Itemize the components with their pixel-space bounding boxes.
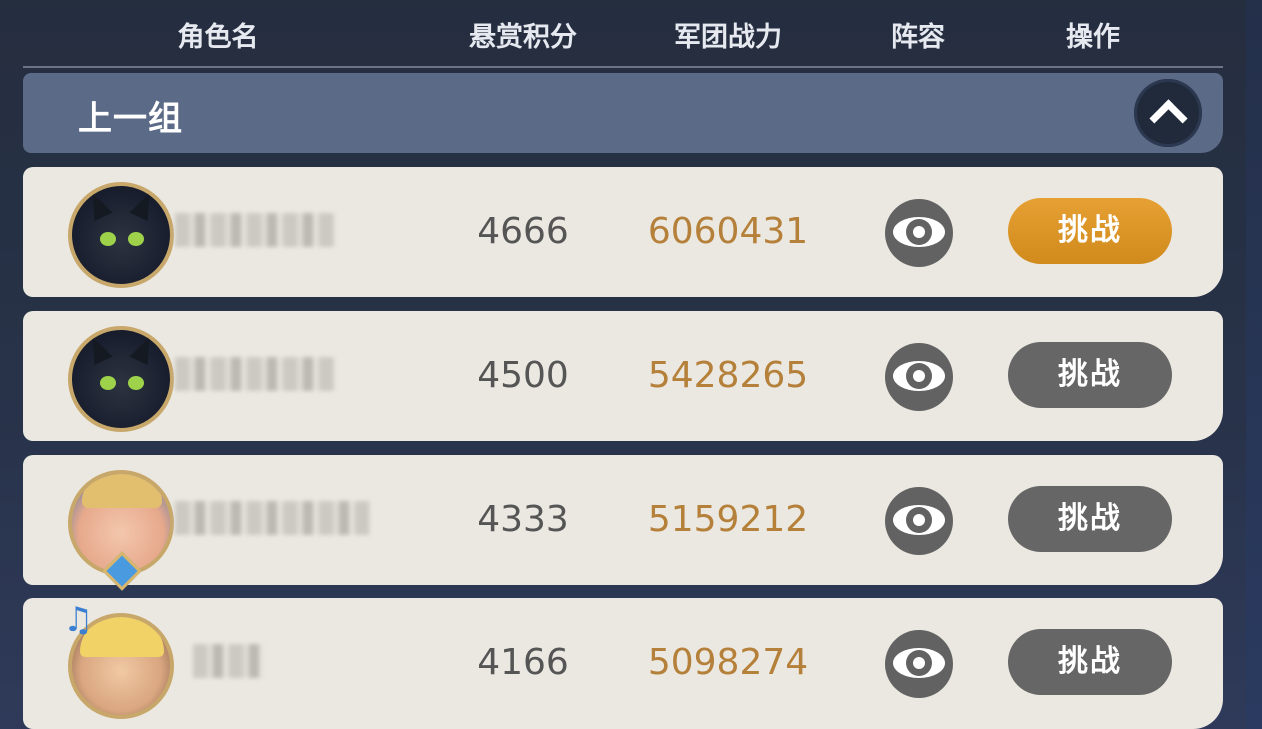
player-name-blurred (175, 213, 335, 247)
view-lineup-eye-icon[interactable] (885, 630, 953, 698)
previous-group-label: 上一组 (78, 99, 183, 139)
challenge-button[interactable]: 挑战 (1008, 486, 1172, 552)
table-row: 4500 5428265 挑战 (23, 311, 1223, 441)
view-lineup-eye-icon[interactable] (885, 199, 953, 267)
header-score: 悬赏积分 (469, 22, 577, 53)
header-power: 军团战力 (674, 22, 782, 53)
chevron-up-icon (1149, 99, 1188, 138)
background-edge (1246, 0, 1262, 729)
dragon-avatar[interactable] (68, 182, 174, 288)
collapse-button[interactable] (1134, 79, 1202, 147)
music-note-icon: ♫ (63, 600, 94, 640)
header-action: 操作 (1066, 22, 1120, 53)
player-name-blurred (175, 357, 335, 391)
challenge-button[interactable]: 挑战 (1008, 198, 1172, 264)
bounty-score: 4500 (477, 355, 569, 396)
header-lineup: 阵容 (891, 22, 945, 53)
challenge-button[interactable]: 挑战 (1008, 342, 1172, 408)
bounty-score: 4666 (477, 211, 569, 252)
legion-power: 5159212 (647, 499, 809, 540)
table-row: 4333 5159212 挑战 (23, 455, 1223, 591)
legion-power: 6060431 (647, 211, 809, 252)
table-header: 角色名 悬赏积分 军团战力 阵容 操作 (23, 0, 1223, 68)
previous-group-bar[interactable]: 上一组 (23, 73, 1223, 153)
legion-power: 5428265 (647, 355, 809, 396)
bounty-score: 4333 (477, 499, 569, 540)
legion-power: 5098274 (647, 642, 809, 683)
dragon-avatar[interactable] (68, 326, 174, 432)
challenge-button[interactable]: 挑战 (1008, 629, 1172, 695)
view-lineup-eye-icon[interactable] (885, 343, 953, 411)
view-lineup-eye-icon[interactable] (885, 487, 953, 555)
table-row: ♫ 4166 5098274 挑战 (23, 598, 1223, 729)
header-name: 角色名 (177, 22, 259, 53)
player-name-blurred (193, 644, 263, 678)
player-name-blurred (175, 501, 370, 535)
bounty-score: 4166 (477, 642, 569, 683)
rank-panel: 角色名 悬赏积分 军团战力 阵容 操作 上一组 4666 6060431 挑战 … (0, 0, 1246, 729)
table-row: 4666 6060431 挑战 (23, 167, 1223, 297)
